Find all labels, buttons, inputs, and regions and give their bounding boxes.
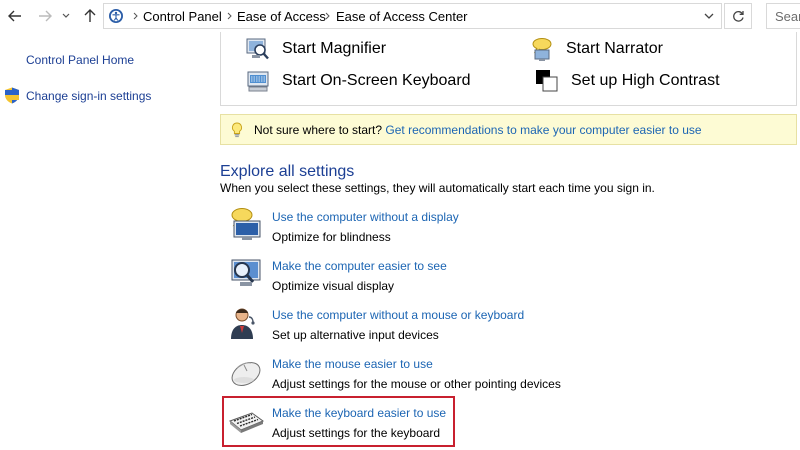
tip-text: Not sure where to start? Get recommendat… bbox=[254, 123, 702, 138]
magnifier-icon bbox=[246, 37, 270, 61]
breadcrumb-separator bbox=[130, 10, 140, 22]
use-without-display-link[interactable]: Use the computer without a display bbox=[272, 210, 459, 225]
chevron-down-icon[interactable] bbox=[703, 10, 715, 22]
set-up-high-contrast-label: Set up High Contrast bbox=[571, 72, 720, 89]
without-mouse-keyboard-desc: Set up alternative input devices bbox=[272, 328, 439, 342]
start-magnifier-label: Start Magnifier bbox=[282, 40, 387, 57]
monitor-speech-icon bbox=[228, 207, 264, 243]
start-magnifier-item[interactable]: Start Magnifier bbox=[246, 37, 386, 61]
breadcrumb-ease-of-access[interactable]: Ease of Access bbox=[237, 9, 326, 25]
breadcrumb-separator bbox=[322, 10, 332, 22]
recommendation-tip-bar: Not sure where to start? Get recommendat… bbox=[220, 114, 797, 145]
breadcrumb-ease-of-access-center[interactable]: Ease of Access Center bbox=[336, 9, 468, 25]
mouse-easier-desc: Adjust settings for the mouse or other p… bbox=[272, 377, 561, 391]
get-recommendations-link[interactable]: Get recommendations to make your compute… bbox=[385, 123, 701, 137]
mouse-easier-link[interactable]: Make the mouse easier to use bbox=[272, 357, 433, 372]
shield-icon bbox=[5, 87, 19, 104]
back-button[interactable] bbox=[6, 7, 24, 25]
breadcrumb-separator bbox=[224, 10, 234, 22]
set-up-high-contrast-item[interactable]: Set up High Contrast bbox=[535, 69, 720, 93]
chevron-right-icon bbox=[133, 12, 138, 20]
easier-to-see-desc: Optimize visual display bbox=[272, 279, 395, 293]
arrow-right-icon bbox=[39, 10, 52, 22]
setting-without-mouse-keyboard[interactable]: Use the computer without a mouse or keyb… bbox=[228, 305, 588, 349]
mouse-icon bbox=[228, 354, 264, 390]
start-on-screen-keyboard-item[interactable]: Start On-Screen Keyboard bbox=[246, 69, 471, 93]
breadcrumb-control-panel[interactable]: Control Panel bbox=[143, 9, 222, 25]
control-panel-home-link[interactable]: Control Panel Home bbox=[26, 53, 134, 68]
change-sign-in-settings-link[interactable]: Change sign-in settings bbox=[26, 89, 151, 104]
start-narrator-label: Start Narrator bbox=[566, 40, 663, 57]
start-on-screen-keyboard-label: Start On-Screen Keyboard bbox=[282, 72, 471, 89]
without-mouse-keyboard-link[interactable]: Use the computer without a mouse or keyb… bbox=[272, 308, 524, 323]
onscreen-keyboard-icon bbox=[246, 69, 270, 93]
quick-access-panel: Start Magnifier Start Narrator Start On-… bbox=[220, 32, 797, 106]
narrator-icon bbox=[530, 37, 554, 61]
easier-to-see-link[interactable]: Make the computer easier to see bbox=[272, 259, 447, 274]
refresh-button[interactable] bbox=[724, 3, 752, 29]
chevron-down-icon bbox=[62, 13, 70, 18]
explore-all-settings-subtitle: When you select these settings, they wil… bbox=[220, 181, 655, 195]
chevron-right-icon bbox=[227, 12, 232, 20]
arrow-up-icon bbox=[84, 9, 96, 22]
use-without-display-desc: Optimize for blindness bbox=[272, 230, 391, 244]
up-button[interactable] bbox=[81, 7, 99, 25]
setting-mouse-easier[interactable]: Make the mouse easier to use Adjust sett… bbox=[228, 354, 588, 398]
address-toolbar: Control Panel Ease of Access Ease of Acc… bbox=[0, 0, 800, 32]
setting-use-without-display[interactable]: Use the computer without a display Optim… bbox=[228, 207, 588, 251]
lightbulb-icon bbox=[232, 122, 242, 138]
setting-easier-to-see[interactable]: Make the computer easier to see Optimize… bbox=[228, 256, 588, 300]
search-box[interactable]: Searc bbox=[766, 3, 800, 29]
high-contrast-icon bbox=[535, 69, 559, 93]
search-input[interactable]: Searc bbox=[775, 9, 800, 25]
forward-button[interactable] bbox=[36, 7, 54, 25]
start-narrator-item[interactable]: Start Narrator bbox=[530, 37, 663, 61]
refresh-icon bbox=[732, 10, 744, 22]
tip-question: Not sure where to start? bbox=[254, 123, 383, 137]
keyboard-setting-highlight-box bbox=[222, 396, 455, 447]
chevron-right-icon bbox=[325, 12, 330, 20]
ease-of-access-icon bbox=[109, 9, 123, 23]
address-bar[interactable]: Control Panel Ease of Access Ease of Acc… bbox=[103, 3, 722, 29]
monitor-magnifier-icon bbox=[228, 256, 264, 292]
explore-all-settings-heading: Explore all settings bbox=[220, 163, 355, 180]
recent-locations-button[interactable] bbox=[60, 7, 72, 25]
user-speech-icon bbox=[228, 305, 264, 341]
arrow-left-icon bbox=[8, 10, 21, 22]
